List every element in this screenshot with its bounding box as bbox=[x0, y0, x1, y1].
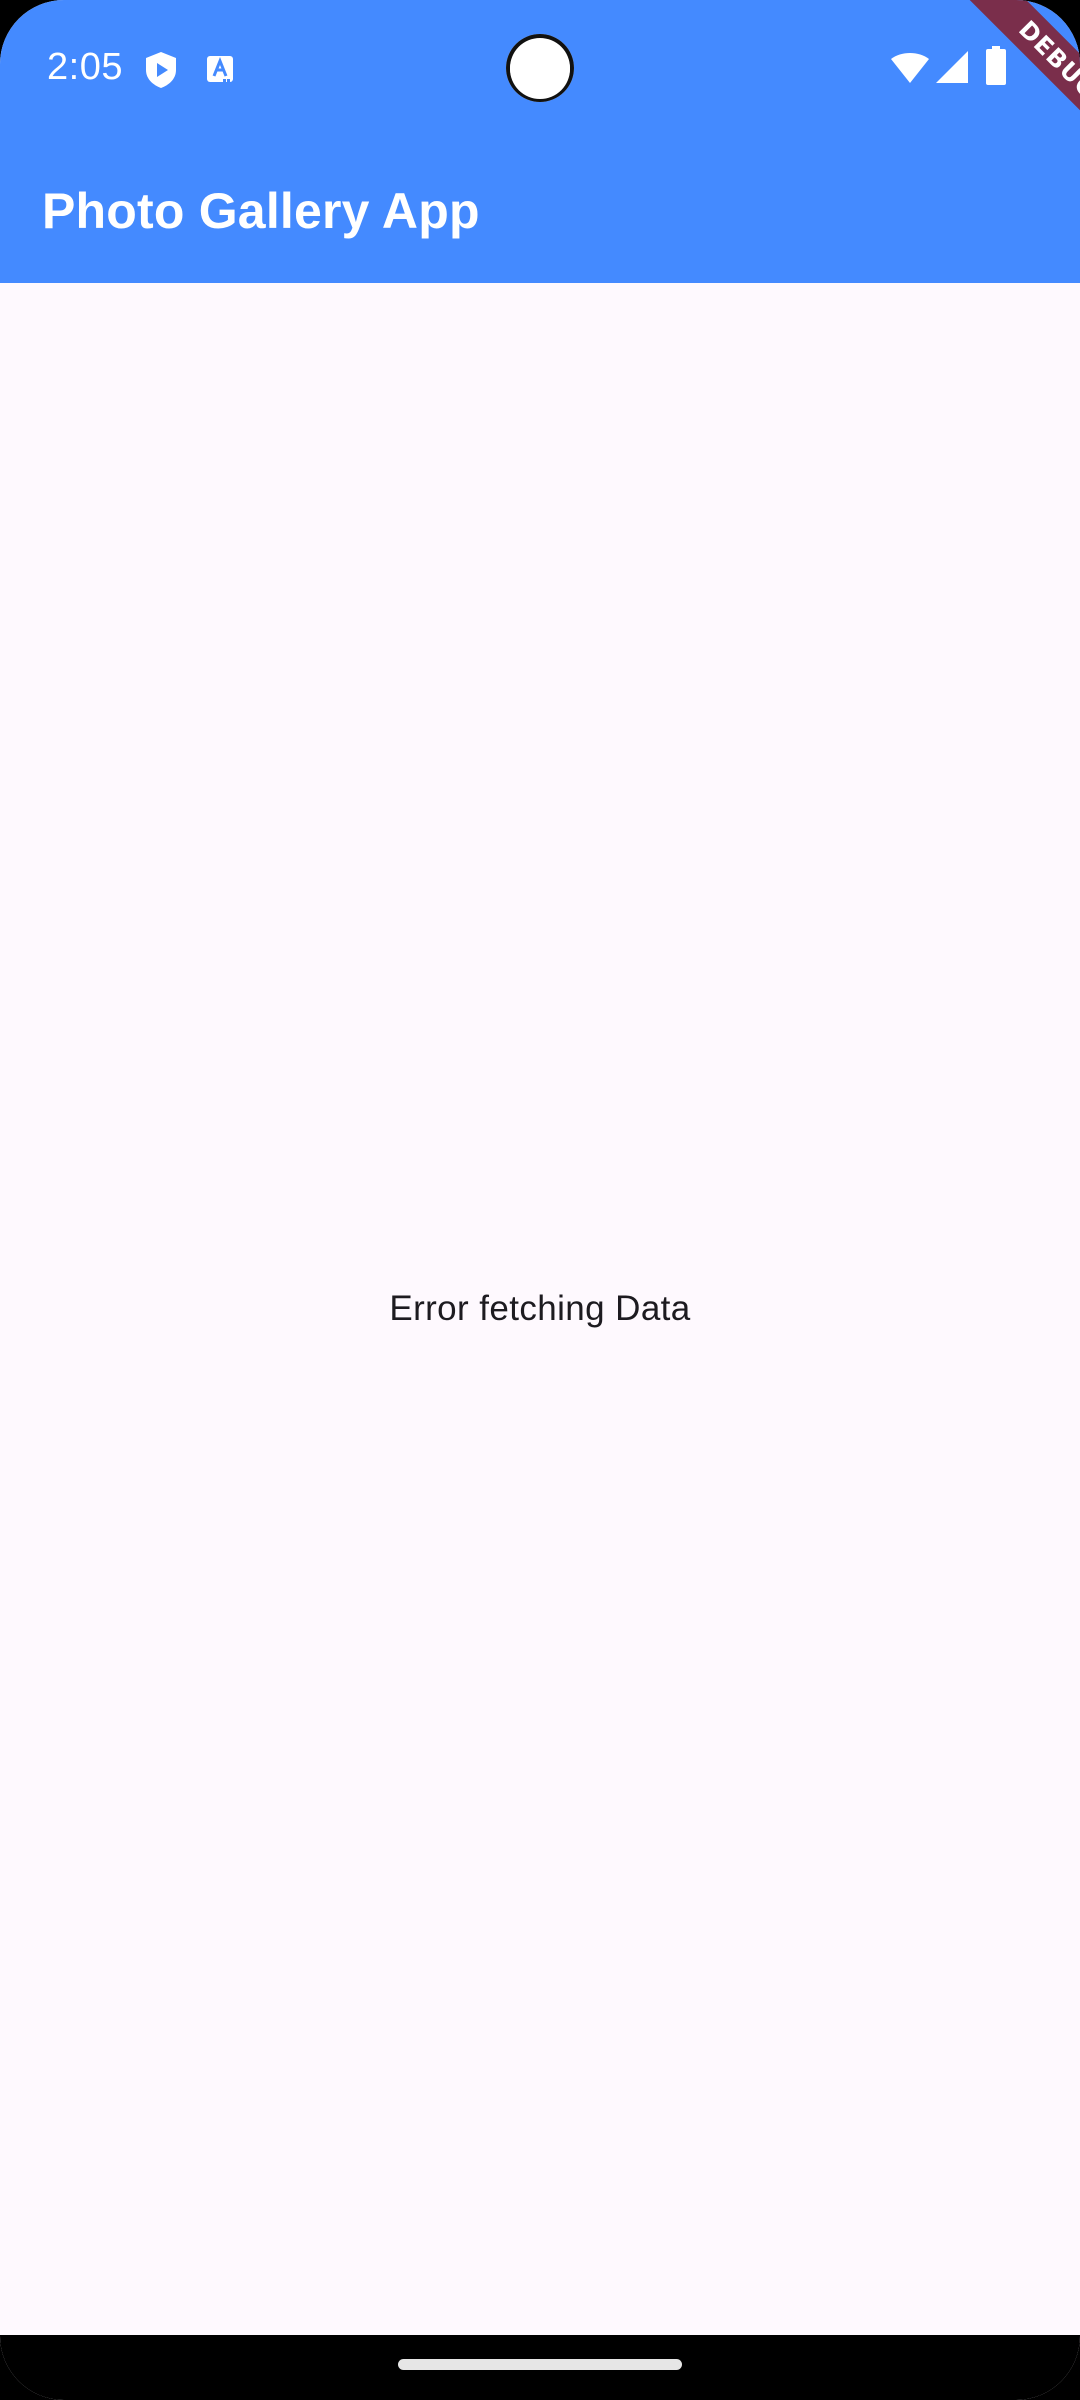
play-protect-icon bbox=[146, 52, 176, 88]
camera-cutout bbox=[506, 34, 574, 102]
battery-icon bbox=[986, 46, 1006, 85]
error-message: Error fetching Data bbox=[389, 1289, 691, 1328]
phone-screen: 2:05 Photo Gallery App Error fetching Da… bbox=[0, 0, 1080, 2400]
navigation-bar bbox=[0, 2335, 1080, 2400]
app-bar: Photo Gallery App bbox=[0, 140, 1080, 283]
content-area: Error fetching Data bbox=[0, 283, 1080, 2335]
home-indicator[interactable] bbox=[398, 2359, 682, 2370]
cellular-signal-icon bbox=[936, 51, 968, 83]
status-bar: 2:05 bbox=[0, 0, 1080, 140]
app-title: Photo Gallery App bbox=[42, 183, 480, 239]
translate-icon bbox=[207, 56, 233, 82]
status-time: 2:05 bbox=[47, 46, 123, 88]
wifi-icon bbox=[891, 53, 929, 83]
